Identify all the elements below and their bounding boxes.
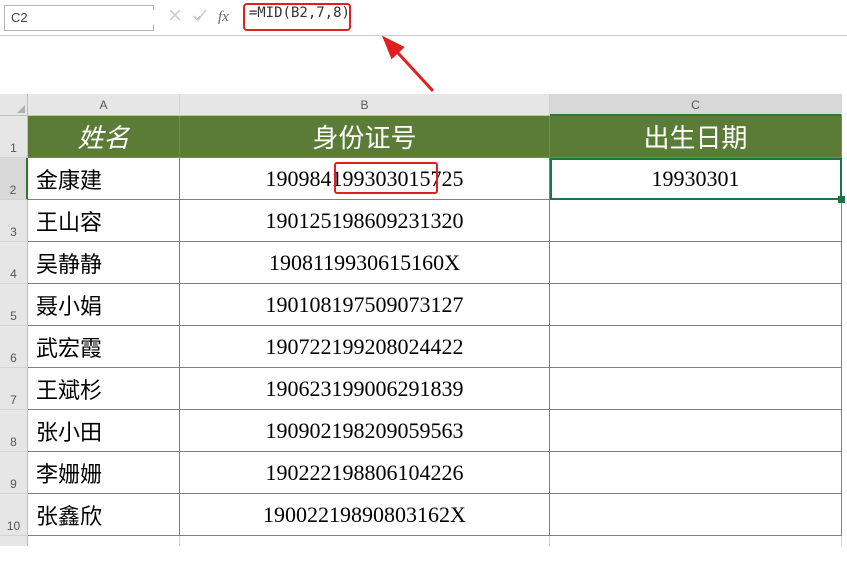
cell-A6[interactable]: 武宏霞 xyxy=(28,326,180,368)
table-row: 7 王斌杉 190623199006291839 xyxy=(0,368,847,410)
cell-A8[interactable]: 张小田 xyxy=(28,410,180,452)
formula-input[interactable]: =MID(B2,7,8) xyxy=(243,5,843,31)
cell-C3[interactable] xyxy=(550,200,842,242)
callout-arrow xyxy=(378,36,448,96)
worksheet: A B C 1 姓名 身份证号 出生日期 2 金康建 1909841993030… xyxy=(0,94,847,546)
table-row: 8 张小田 190902198209059563 xyxy=(0,410,847,452)
cell-C11[interactable] xyxy=(550,536,842,546)
cell-B6[interactable]: 190722199208024422 xyxy=(180,326,550,368)
table-row: 4 吴静静 1908119930615160X xyxy=(0,242,847,284)
enter-icon[interactable] xyxy=(192,8,208,27)
table-row: 3 王山容 190125198609231320 xyxy=(0,200,847,242)
cell-C2[interactable]: 19930301 xyxy=(550,158,842,200)
cell-B3[interactable]: 190125198609231320 xyxy=(180,200,550,242)
cell-B8[interactable]: 190902198209059563 xyxy=(180,410,550,452)
row-header[interactable]: 10 xyxy=(0,494,28,536)
table-row: 2 金康建 190984199303015725 19930301 xyxy=(0,158,847,200)
name-box-container xyxy=(4,5,154,31)
cell-C6[interactable] xyxy=(550,326,842,368)
row-header[interactable]: 7 xyxy=(0,368,28,410)
cell-A7[interactable]: 王斌杉 xyxy=(28,368,180,410)
cell-C8[interactable] xyxy=(550,410,842,452)
table-row: 9 李姗姗 190222198806104226 xyxy=(0,452,847,494)
header-cell-dob[interactable]: 出生日期 xyxy=(550,116,842,158)
col-header-C[interactable]: C xyxy=(550,94,842,116)
cell-C7[interactable] xyxy=(550,368,842,410)
cell-B4[interactable]: 1908119930615160X xyxy=(180,242,550,284)
cell-B5[interactable]: 190108197509073127 xyxy=(180,284,550,326)
row-header[interactable]: 3 xyxy=(0,200,28,242)
cell-value: 190984199303015725 xyxy=(266,166,464,192)
cell-B7[interactable]: 190623199006291839 xyxy=(180,368,550,410)
cell-A10[interactable]: 张鑫欣 xyxy=(28,494,180,536)
cell-A5[interactable]: 聂小娟 xyxy=(28,284,180,326)
cell-A9[interactable]: 李姗姗 xyxy=(28,452,180,494)
cell-B10[interactable]: 19002219890803162X xyxy=(180,494,550,536)
column-headers: A B C xyxy=(0,94,847,116)
cell-C9[interactable] xyxy=(550,452,842,494)
row-header[interactable]: 2 xyxy=(0,158,28,200)
table-row: 6 武宏霞 190722199208024422 xyxy=(0,326,847,368)
table-row xyxy=(0,536,847,546)
table-row: 5 聂小娟 190108197509073127 xyxy=(0,284,847,326)
col-header-B[interactable]: B xyxy=(180,94,550,116)
cell-C10[interactable] xyxy=(550,494,842,536)
row-header[interactable]: 5 xyxy=(0,284,28,326)
header-cell-name[interactable]: 姓名 xyxy=(28,116,180,158)
cell-A11[interactable] xyxy=(28,536,180,546)
row-header[interactable]: 8 xyxy=(0,410,28,452)
table-row: 10 张鑫欣 19002219890803162X xyxy=(0,494,847,536)
row-header[interactable] xyxy=(0,536,28,546)
cell-A3[interactable]: 王山容 xyxy=(28,200,180,242)
table-row: 1 姓名 身份证号 出生日期 xyxy=(0,116,847,158)
row-header[interactable]: 4 xyxy=(0,242,28,284)
cell-A2[interactable]: 金康建 xyxy=(28,158,180,200)
row-header[interactable]: 6 xyxy=(0,326,28,368)
cell-A4[interactable]: 吴静静 xyxy=(28,242,180,284)
formula-bar-buttons: fx xyxy=(160,8,237,27)
cancel-icon[interactable] xyxy=(168,8,182,27)
cell-C4[interactable] xyxy=(550,242,842,284)
col-header-A[interactable]: A xyxy=(28,94,180,116)
cell-C5[interactable] xyxy=(550,284,842,326)
cell-B11[interactable] xyxy=(180,536,550,546)
fx-icon[interactable]: fx xyxy=(218,9,229,26)
formula-bar: fx =MID(B2,7,8) xyxy=(0,0,847,36)
cell-B2[interactable]: 190984199303015725 xyxy=(180,158,550,200)
row-header[interactable]: 1 xyxy=(0,116,28,158)
cell-B9[interactable]: 190222198806104226 xyxy=(180,452,550,494)
select-all-corner[interactable] xyxy=(0,94,28,116)
row-header[interactable]: 9 xyxy=(0,452,28,494)
header-cell-id[interactable]: 身份证号 xyxy=(180,116,550,158)
